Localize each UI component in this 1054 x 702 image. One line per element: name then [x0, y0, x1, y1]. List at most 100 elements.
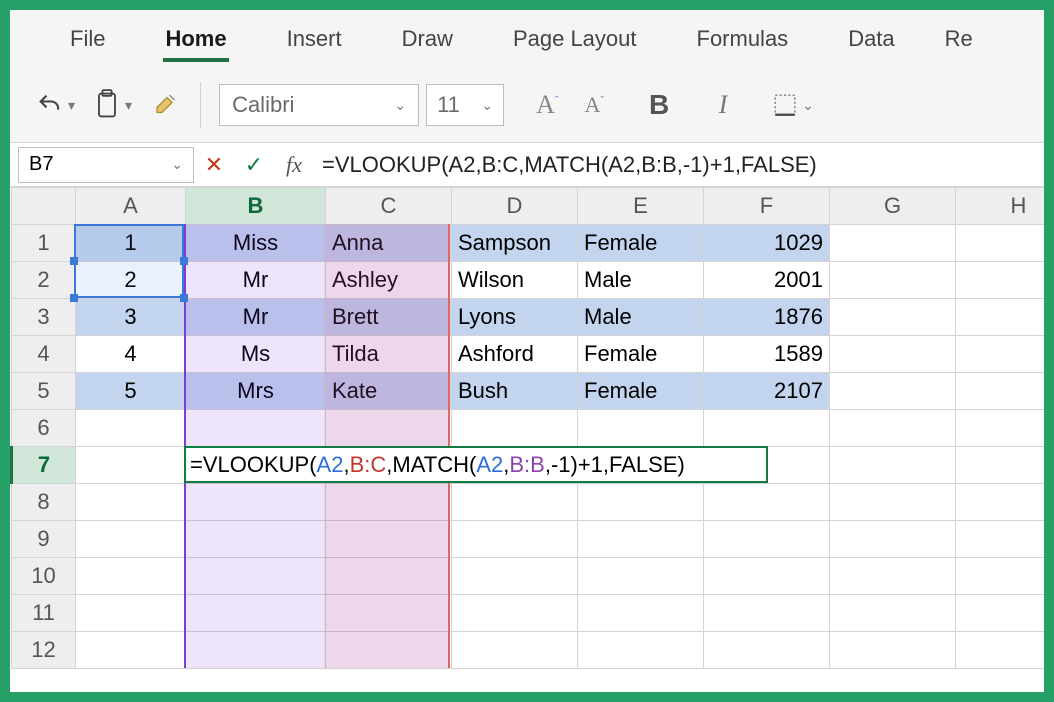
cell-G9[interactable] — [830, 521, 956, 558]
cell-B2[interactable]: Mr — [186, 262, 326, 299]
cell-A2[interactable]: 2 — [76, 262, 186, 299]
cell-F4[interactable]: 1589 — [704, 336, 830, 373]
cell-B4[interactable]: Ms — [186, 336, 326, 373]
row-header-1[interactable]: 1 — [12, 225, 76, 262]
col-header-C[interactable]: C — [326, 188, 452, 225]
cell-H8[interactable] — [956, 484, 1054, 521]
col-header-B[interactable]: B — [186, 188, 326, 225]
cell-H5[interactable] — [956, 373, 1054, 410]
tab-home[interactable]: Home — [135, 10, 256, 68]
cell-A7[interactable] — [76, 447, 186, 484]
cell-B11[interactable] — [186, 595, 326, 632]
cell-H7[interactable] — [956, 447, 1054, 484]
tab-insert[interactable]: Insert — [257, 10, 372, 68]
cell-E4[interactable]: Female — [578, 336, 704, 373]
cell-E1[interactable]: Female — [578, 225, 704, 262]
bold-button[interactable]: B — [638, 84, 680, 126]
cell-F6[interactable] — [704, 410, 830, 447]
cell-C2[interactable]: Ashley — [326, 262, 452, 299]
cell-C1[interactable]: Anna — [326, 225, 452, 262]
undo-button[interactable]: ▾ — [36, 84, 75, 126]
cell-G1[interactable] — [830, 225, 956, 262]
cell-F10[interactable] — [704, 558, 830, 595]
cell-F8[interactable] — [704, 484, 830, 521]
cell-E3[interactable]: Male — [578, 299, 704, 336]
cell-D11[interactable] — [452, 595, 578, 632]
cell-A5[interactable]: 5 — [76, 373, 186, 410]
cell-A4[interactable]: 4 — [76, 336, 186, 373]
cell-A12[interactable] — [76, 632, 186, 669]
cell-B1[interactable]: Miss — [186, 225, 326, 262]
cell-C10[interactable] — [326, 558, 452, 595]
decrease-font-button[interactable]: Aˇ — [585, 84, 605, 126]
cell-B9[interactable] — [186, 521, 326, 558]
formula-input[interactable]: =VLOOKUP(A2,B:C,MATCH(A2,B:B,-1)+1,FALSE… — [314, 147, 1044, 183]
row-header-2[interactable]: 2 — [12, 262, 76, 299]
tab-data[interactable]: Data — [818, 10, 924, 68]
cell-E2[interactable]: Male — [578, 262, 704, 299]
cell-D12[interactable] — [452, 632, 578, 669]
cell-A8[interactable] — [76, 484, 186, 521]
row-header-7[interactable]: 7 — [12, 447, 76, 484]
cell-E11[interactable] — [578, 595, 704, 632]
col-header-F[interactable]: F — [704, 188, 830, 225]
cell-C12[interactable] — [326, 632, 452, 669]
cell-D10[interactable] — [452, 558, 578, 595]
cell-E12[interactable] — [578, 632, 704, 669]
cell-A6[interactable] — [76, 410, 186, 447]
row-header-6[interactable]: 6 — [12, 410, 76, 447]
cell-E8[interactable] — [578, 484, 704, 521]
cell-H11[interactable] — [956, 595, 1054, 632]
col-header-G[interactable]: G — [830, 188, 956, 225]
cell-C4[interactable]: Tilda — [326, 336, 452, 373]
row-header-10[interactable]: 10 — [12, 558, 76, 595]
cell-G11[interactable] — [830, 595, 956, 632]
cell-D6[interactable] — [452, 410, 578, 447]
cell-F5[interactable]: 2107 — [704, 373, 830, 410]
cell-G6[interactable] — [830, 410, 956, 447]
cell-H3[interactable] — [956, 299, 1054, 336]
cell-G7[interactable] — [830, 447, 956, 484]
cell-C11[interactable] — [326, 595, 452, 632]
col-header-A[interactable]: A — [76, 188, 186, 225]
cell-E6[interactable] — [578, 410, 704, 447]
cell-C8[interactable] — [326, 484, 452, 521]
cell-D2[interactable]: Wilson — [452, 262, 578, 299]
cell-F12[interactable] — [704, 632, 830, 669]
row-header-11[interactable]: 11 — [12, 595, 76, 632]
cell-A3[interactable]: 3 — [76, 299, 186, 336]
cell-C3[interactable]: Brett — [326, 299, 452, 336]
cell-F3[interactable]: 1876 — [704, 299, 830, 336]
cell-C5[interactable]: Kate — [326, 373, 452, 410]
spreadsheet-grid[interactable]: A B C D E F G H 1 1 Miss Anna Sampson Fe… — [10, 187, 1044, 669]
cell-B6[interactable] — [186, 410, 326, 447]
paste-button[interactable]: ▾ — [93, 84, 132, 126]
insert-function-button[interactable]: fx — [274, 147, 314, 183]
col-header-E[interactable]: E — [578, 188, 704, 225]
row-header-9[interactable]: 9 — [12, 521, 76, 558]
cell-B5[interactable]: Mrs — [186, 373, 326, 410]
increase-font-button[interactable]: Aˆ — [536, 84, 558, 126]
cell-G8[interactable] — [830, 484, 956, 521]
cell-D9[interactable] — [452, 521, 578, 558]
cell-G12[interactable] — [830, 632, 956, 669]
row-header-8[interactable]: 8 — [12, 484, 76, 521]
cell-B3[interactable]: Mr — [186, 299, 326, 336]
cell-H10[interactable] — [956, 558, 1054, 595]
cell-H4[interactable] — [956, 336, 1054, 373]
name-box[interactable]: B7 ⌄ — [18, 147, 194, 183]
cell-B10[interactable] — [186, 558, 326, 595]
cell-F1[interactable]: 1029 — [704, 225, 830, 262]
tab-file[interactable]: File — [40, 10, 135, 68]
cell-G4[interactable] — [830, 336, 956, 373]
cell-D4[interactable]: Ashford — [452, 336, 578, 373]
cell-G3[interactable] — [830, 299, 956, 336]
cell-D8[interactable] — [452, 484, 578, 521]
cell-B8[interactable] — [186, 484, 326, 521]
italic-button[interactable]: I — [702, 84, 744, 126]
cell-D3[interactable]: Lyons — [452, 299, 578, 336]
cell-E5[interactable]: Female — [578, 373, 704, 410]
cell-D1[interactable]: Sampson — [452, 225, 578, 262]
row-header-12[interactable]: 12 — [12, 632, 76, 669]
cell-G10[interactable] — [830, 558, 956, 595]
